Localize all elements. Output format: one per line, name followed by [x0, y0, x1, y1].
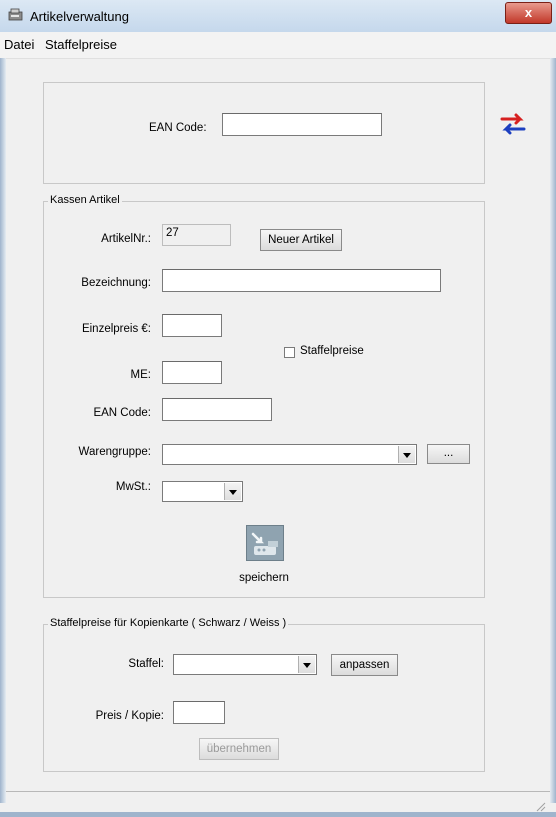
status-bar [6, 791, 550, 814]
window-bottom-border [0, 812, 556, 817]
preis-kopie-label: Preis / Kopie: [95, 710, 164, 722]
neuer-artikel-button[interactable]: Neuer Artikel [260, 229, 342, 251]
menu-staffelpreise[interactable]: Staffelpreise [45, 37, 117, 52]
warengruppe-select[interactable] [162, 444, 417, 465]
staffelpreise-legend: Staffelpreise für Kopienkarte ( Schwarz … [48, 617, 289, 629]
einzelpreis-input[interactable] [162, 314, 222, 337]
title-bar: Artikelverwaltung x [0, 0, 556, 32]
me-label: ME: [130, 369, 151, 381]
menu-datei[interactable]: Datei [4, 37, 34, 52]
mwst-label: MwSt.: [115, 481, 151, 493]
einzelpreis-label: Einzelpreis €: [81, 323, 151, 335]
bezeichnung-input[interactable] [162, 269, 441, 292]
ean-code-label: EAN Code: [93, 407, 151, 419]
anpassen-button[interactable]: anpassen [331, 654, 398, 676]
save-register-icon[interactable] [246, 525, 284, 561]
close-button[interactable]: x [505, 2, 552, 24]
uebernehmen-button[interactable]: übernehmen [199, 738, 279, 760]
artikelnr-value: 27 [162, 224, 231, 246]
ean-search-label: EAN Code: [149, 122, 207, 134]
menu-bar: Datei Staffelpreise [0, 32, 556, 59]
chevron-down-icon[interactable] [398, 446, 415, 463]
resize-grip-icon[interactable] [534, 800, 546, 812]
save-label[interactable]: speichern [224, 572, 304, 584]
window-title: Artikelverwaltung [30, 9, 129, 24]
bezeichnung-label: Bezeichnung: [81, 277, 151, 289]
preis-kopie-input[interactable] [173, 701, 225, 724]
staffel-label: Staffel: [128, 658, 164, 670]
warengruppe-browse-button[interactable]: ... [427, 444, 470, 464]
staffelpreise-checkbox[interactable] [284, 347, 295, 358]
kassen-artikel-group: Kassen Artikel ArtikelNr.: 27 Neuer Arti… [43, 194, 485, 598]
mwst-select[interactable] [162, 481, 243, 502]
app-window: Artikelverwaltung x Datei Staffelpreise … [0, 0, 556, 817]
app-icon [8, 8, 23, 21]
artikelnr-label: ArtikelNr.: [101, 233, 151, 245]
ean-search-input[interactable] [222, 113, 382, 136]
kassen-artikel-legend: Kassen Artikel [48, 194, 122, 206]
staffelpreise-group: Staffelpreise für Kopienkarte ( Schwarz … [43, 617, 485, 772]
ean-search-panel: EAN Code: [43, 82, 485, 184]
chevron-down-icon[interactable] [298, 656, 315, 673]
staffelpreise-checkbox-label[interactable]: Staffelpreise [300, 345, 364, 357]
me-input[interactable] [162, 361, 222, 384]
close-icon: x [524, 5, 533, 20]
warengruppe-label: Warengruppe: [78, 446, 151, 458]
window-left-border [0, 58, 6, 803]
staffel-select[interactable] [173, 654, 317, 675]
swap-arrows-icon[interactable] [498, 109, 528, 139]
chevron-down-icon[interactable] [224, 483, 241, 500]
window-right-border [550, 58, 556, 803]
ean-code-input[interactable] [162, 398, 272, 421]
